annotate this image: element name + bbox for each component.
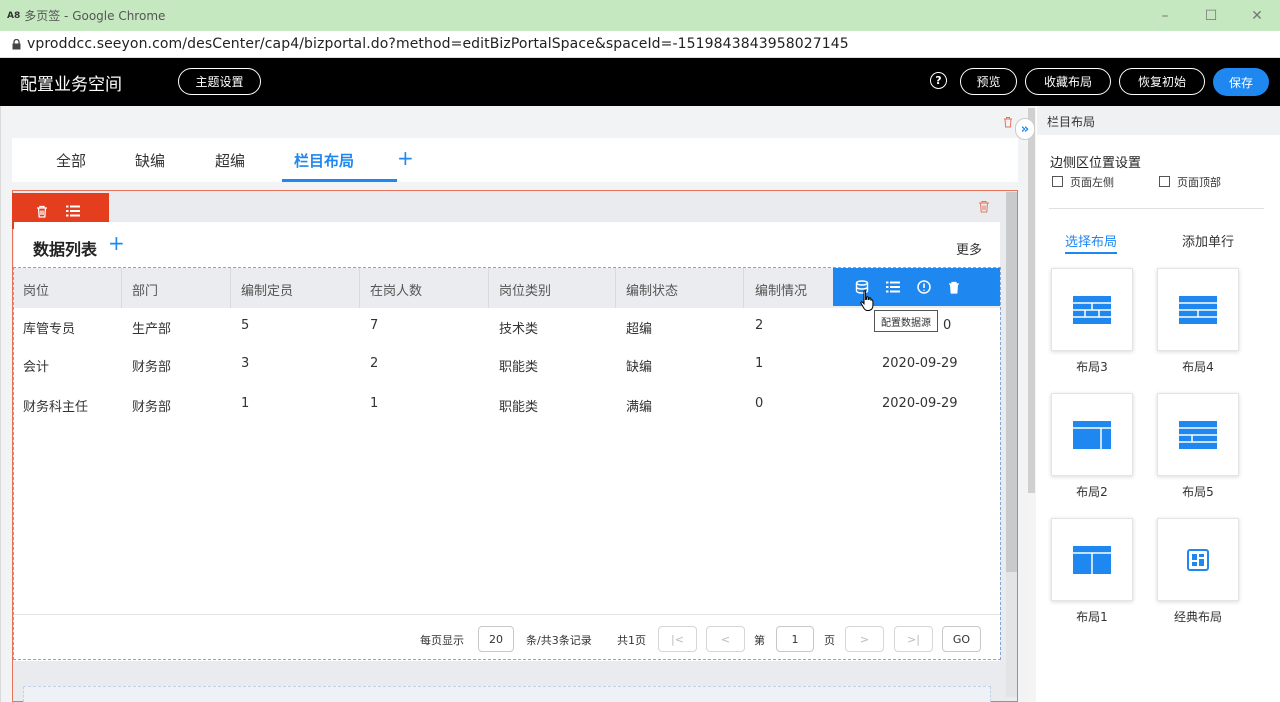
layout-label: 经典布局 bbox=[1173, 610, 1222, 624]
tooltip: 配置数据源 bbox=[874, 310, 938, 332]
layout-1-icon bbox=[1073, 545, 1111, 574]
address-bar[interactable]: vproddcc.seeyon.com/desCenter/cap4/bizpo… bbox=[0, 31, 1280, 58]
theme-settings-button[interactable]: 主题设置 bbox=[178, 68, 261, 95]
help-icon[interactable]: ? bbox=[930, 72, 947, 89]
main-scroll-thumb[interactable] bbox=[1006, 192, 1017, 572]
minimize-button[interactable]: – bbox=[1142, 0, 1188, 31]
per-page-input[interactable]: 20 bbox=[478, 626, 514, 652]
classic-layout-icon bbox=[1187, 548, 1209, 571]
save-button[interactable]: 保存 bbox=[1213, 68, 1269, 96]
layout-card-2[interactable] bbox=[1051, 393, 1133, 476]
prev-page-button[interactable]: < bbox=[706, 626, 745, 652]
layout-card-4[interactable] bbox=[1157, 268, 1239, 351]
preview-button[interactable]: 预览 bbox=[960, 68, 1017, 95]
go-button[interactable]: GO bbox=[942, 626, 981, 652]
app-icon: A8 bbox=[7, 10, 21, 21]
checkbox-page-left[interactable] bbox=[1052, 176, 1063, 187]
layout-label: 布局3 bbox=[1076, 360, 1108, 374]
info-icon[interactable] bbox=[917, 280, 931, 294]
right-panel-divider bbox=[1049, 208, 1264, 209]
browser-titlebar: A8 多页签 - Google Chrome – ☐ ✕ bbox=[0, 0, 1280, 31]
tab-add-single-row[interactable]: 添加单行 bbox=[1182, 231, 1234, 250]
page-suffix: 页 bbox=[824, 634, 835, 647]
window-controls: – ☐ ✕ bbox=[1142, 0, 1280, 31]
next-layout-section bbox=[23, 686, 991, 702]
tab-select-layout[interactable]: 选择布局 bbox=[1065, 231, 1118, 254]
checkbox-page-left-label: 页面左侧 bbox=[1070, 176, 1114, 189]
layout-label: 布局5 bbox=[1182, 485, 1214, 499]
page-number-input[interactable]: 1 bbox=[776, 626, 814, 652]
pager-divider bbox=[14, 614, 1000, 615]
checkbox-page-top-label: 页面顶部 bbox=[1177, 176, 1221, 189]
tab-shortage[interactable]: 缺编 bbox=[135, 150, 165, 171]
more-link[interactable]: 更多 bbox=[956, 239, 982, 258]
active-tab-indicator bbox=[282, 179, 397, 182]
right-panel-scroll-thumb[interactable] bbox=[1028, 108, 1035, 493]
tab-column-layout[interactable]: 栏目布局 bbox=[294, 150, 354, 171]
tab-over[interactable]: 超编 bbox=[215, 150, 245, 171]
trash-icon[interactable] bbox=[948, 281, 960, 294]
per-page-label: 每页显示 bbox=[420, 634, 464, 647]
total-pages: 共1页 bbox=[617, 634, 646, 647]
layout-4-icon bbox=[1179, 295, 1217, 324]
collect-layout-button[interactable]: 收藏布局 bbox=[1025, 68, 1111, 95]
hand-cursor-icon bbox=[860, 290, 874, 311]
restore-default-button[interactable]: 恢复初始 bbox=[1119, 68, 1205, 95]
list-icon[interactable] bbox=[66, 205, 80, 217]
lock-icon bbox=[12, 38, 21, 49]
panel-title: 数据列表 bbox=[33, 240, 98, 259]
layout-card-classic[interactable] bbox=[1157, 518, 1239, 601]
record-summary: 条/共3条记录 bbox=[526, 634, 592, 647]
tab-bar: 全部 缺编 超编 栏目布局 + bbox=[12, 138, 1018, 182]
next-page-button[interactable]: > bbox=[845, 626, 884, 652]
layout-3-icon bbox=[1073, 295, 1111, 324]
tab-all[interactable]: 全部 bbox=[56, 150, 86, 171]
close-button[interactable]: ✕ bbox=[1234, 0, 1280, 31]
layout-label: 布局2 bbox=[1076, 485, 1108, 499]
layout-label: 布局4 bbox=[1182, 360, 1214, 374]
side-position-title: 边侧区位置设置 bbox=[1050, 156, 1142, 171]
right-panel-title: 栏目布局 bbox=[1047, 115, 1096, 129]
add-tab-icon[interactable]: + bbox=[397, 146, 414, 170]
layout-2-icon bbox=[1073, 420, 1111, 449]
layout-label: 布局1 bbox=[1076, 610, 1108, 624]
panel-add-icon[interactable]: + bbox=[108, 231, 125, 255]
window-title: 多页签 - Google Chrome bbox=[24, 9, 166, 23]
first-page-button[interactable]: |< bbox=[658, 626, 697, 652]
url-text[interactable]: vproddcc.seeyon.com/desCenter/cap4/bizpo… bbox=[27, 36, 849, 52]
layout-card-5[interactable] bbox=[1157, 393, 1239, 476]
layout-card-3[interactable] bbox=[1051, 268, 1133, 351]
expand-chevrons-icon[interactable]: » bbox=[1015, 118, 1035, 140]
list-icon[interactable] bbox=[886, 281, 900, 293]
page-label: 第 bbox=[754, 634, 765, 647]
data-grid-frame bbox=[13, 267, 1001, 660]
last-page-button[interactable]: >| bbox=[894, 626, 933, 652]
layout-card-1[interactable] bbox=[1051, 518, 1133, 601]
checkbox-page-top[interactable] bbox=[1159, 176, 1170, 187]
section-trash-icon[interactable] bbox=[978, 200, 990, 213]
layout-5-icon bbox=[1179, 420, 1217, 449]
trash-icon[interactable] bbox=[1003, 116, 1013, 128]
page-title: 配置业务空间 bbox=[20, 75, 122, 95]
maximize-button[interactable]: ☐ bbox=[1188, 0, 1234, 31]
trash-icon[interactable] bbox=[36, 205, 48, 218]
